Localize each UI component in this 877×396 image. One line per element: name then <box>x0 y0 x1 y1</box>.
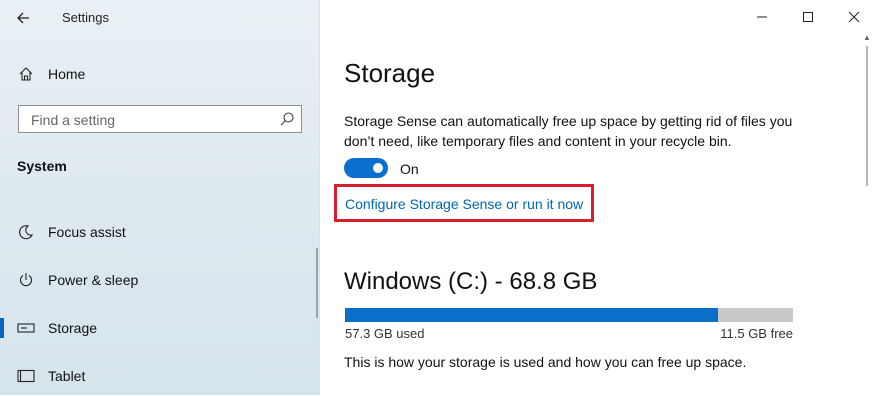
storage-usage-description: This is how your storage is used and how… <box>344 354 747 370</box>
storage-sense-description: Storage Sense can automatically free up … <box>344 113 793 149</box>
maximize-icon <box>803 12 813 22</box>
power-icon <box>16 270 36 290</box>
title-bar: Settings <box>0 0 320 36</box>
window-controls <box>739 0 877 34</box>
storage-usage-fill <box>345 308 719 322</box>
search-icon[interactable] <box>279 111 295 127</box>
close-button[interactable] <box>831 0 877 34</box>
sidebar-item-label: Home <box>48 66 86 82</box>
drive-title: Windows (C:) - 68.8 GB <box>344 268 598 295</box>
scroll-up-icon[interactable]: ▲ <box>863 34 871 42</box>
tablet-icon <box>16 366 36 386</box>
close-icon <box>848 11 860 23</box>
sidebar-item-label: Tablet <box>48 368 86 384</box>
free-space-label: 11.5 GB free <box>720 326 793 341</box>
toggle-knob <box>373 163 383 173</box>
app-title: Settings <box>62 10 109 25</box>
sidebar-item-home[interactable]: Home <box>0 54 320 94</box>
sidebar-item-storage[interactable]: Storage <box>0 308 320 348</box>
storage-sense-toggle[interactable] <box>344 158 388 178</box>
sidebar-item-tablet[interactable]: Tablet <box>0 356 320 396</box>
sidebar: Settings Home System Focus assist Power … <box>0 0 320 395</box>
sidebar-item-label: Power & sleep <box>48 272 139 288</box>
back-arrow-icon <box>17 12 29 24</box>
maximize-button[interactable] <box>785 0 831 34</box>
sidebar-item-focus-assist[interactable]: Focus assist <box>0 212 320 252</box>
sidebar-item-label: Storage <box>48 320 98 336</box>
minimize-icon <box>757 16 767 18</box>
back-button[interactable] <box>10 7 36 29</box>
sidebar-item-label: Focus assist <box>48 224 126 240</box>
search-input[interactable] <box>29 111 273 129</box>
sidebar-item-power-sleep[interactable]: Power & sleep <box>0 260 320 300</box>
search-box[interactable] <box>18 105 302 133</box>
home-icon <box>16 64 36 84</box>
moon-icon <box>16 222 36 242</box>
storage-icon <box>16 318 36 338</box>
minimize-button[interactable] <box>739 0 785 34</box>
page-title: Storage <box>344 58 436 88</box>
storage-usage-bar <box>345 308 793 322</box>
section-heading: System <box>17 158 67 174</box>
main-scrollbar[interactable]: ▲ <box>863 34 871 186</box>
sidebar-scrollbar[interactable] <box>316 248 318 318</box>
toggle-state-label: On <box>400 161 419 177</box>
scroll-thumb[interactable] <box>866 46 868 186</box>
configure-storage-sense-link[interactable]: Configure Storage Sense or run it now <box>345 196 583 212</box>
